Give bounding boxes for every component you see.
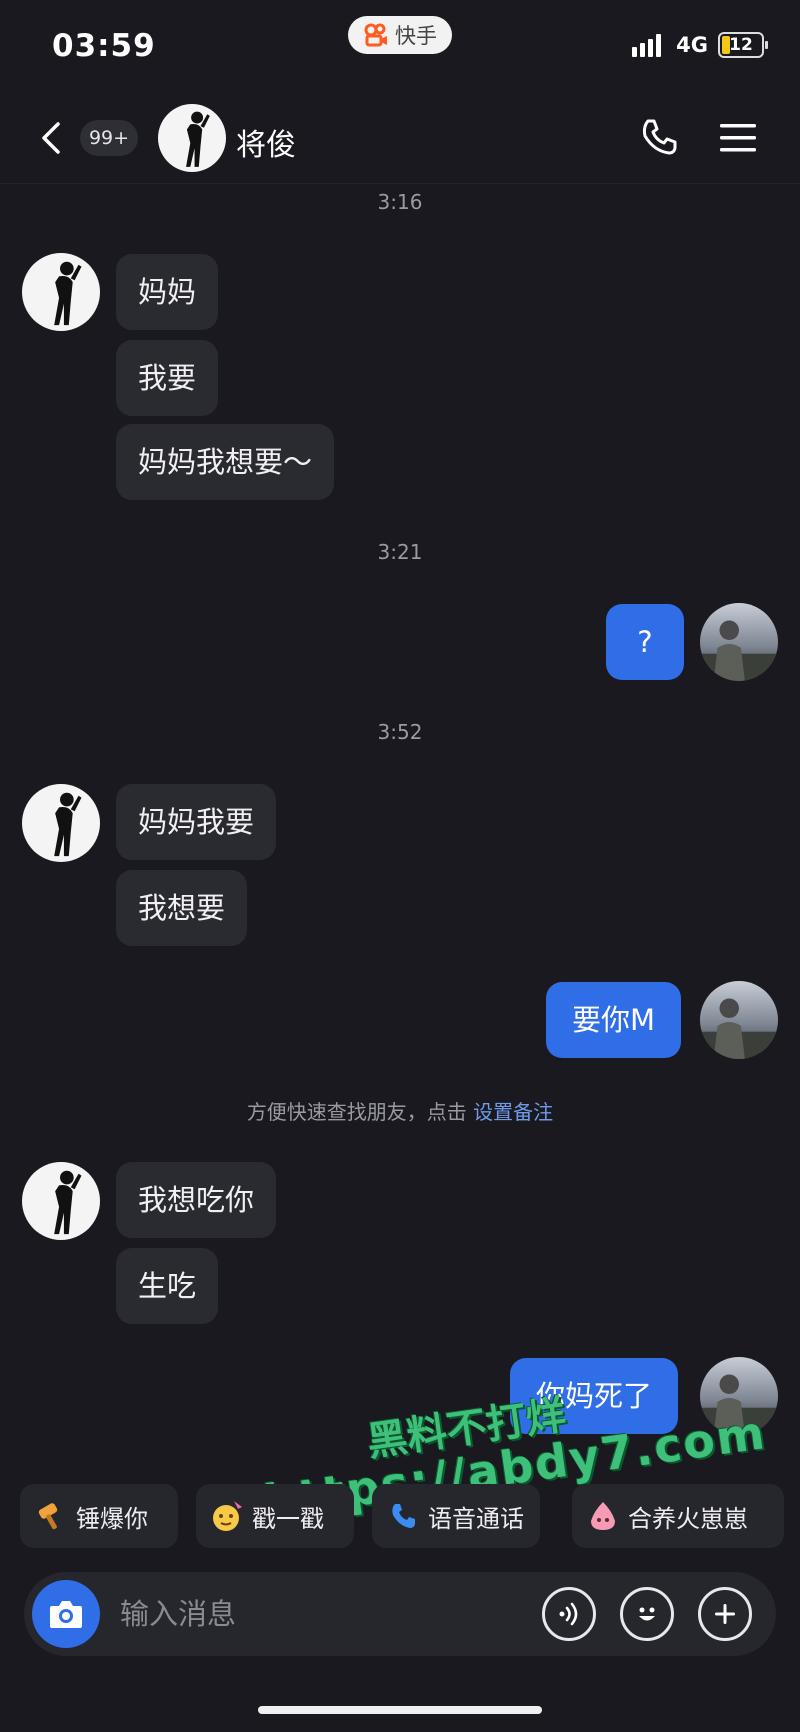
phone-icon[interactable] [638,116,680,158]
contact-name: 将俊 [236,128,296,163]
poke-emoji-icon [210,1499,244,1533]
contact-avatar[interactable] [22,1162,100,1240]
quick-action-label: 语音通话 [428,1504,524,1533]
voice-button[interactable] [542,1587,596,1641]
emoji-button[interactable] [620,1587,674,1641]
fire-pet-icon [586,1499,620,1533]
timestamp: 3:21 [377,540,423,564]
more-button[interactable] [698,1587,752,1641]
unread-badge[interactable]: 99+ [80,120,138,156]
system-note: 方便快速查找朋友，点击 设置备注 [0,1096,800,1125]
incoming-message[interactable]: 生吃 [116,1248,219,1324]
app-indicator-pill[interactable]: 快手 [348,16,452,54]
menu-icon[interactable] [718,120,758,156]
incoming-message[interactable]: 妈妈我想要～ [116,424,335,500]
hammer-icon [34,1499,68,1533]
incoming-message[interactable]: 我要 [116,340,219,416]
message-input[interactable] [120,1586,500,1642]
contact-avatar[interactable] [158,104,226,172]
voice-icon [559,1602,578,1626]
kuaishou-logo-icon [364,23,387,47]
quick-action-hammer[interactable]: 锤爆你 [20,1484,178,1548]
quick-action-poke[interactable]: 戳一戳 [196,1484,354,1548]
battery-icon: 12 [718,32,768,58]
camera-icon [50,1601,82,1628]
incoming-message[interactable]: 我想要 [116,870,248,946]
app-name: 快手 [395,24,437,48]
system-note-text: 方便快速查找朋友，点击 [246,1100,474,1124]
contact-avatar[interactable] [22,784,100,862]
plus-icon [715,1604,735,1624]
status-indicators: 4G 12 [632,32,768,58]
incoming-message[interactable]: 我想吃你 [116,1162,277,1238]
status-time: 03:59 [52,28,156,64]
signal-icon [632,34,662,57]
battery-level: 12 [729,35,753,55]
quick-action-label: 合养火崽崽 [628,1504,748,1533]
quick-actions-row: 锤爆你 戳一戳 语音通话 合养火崽崽 [20,1484,790,1548]
incoming-message[interactable]: 妈妈我要 [116,784,277,860]
incoming-message[interactable]: 妈妈 [116,254,219,330]
network-type: 4G [676,33,708,57]
outgoing-message[interactable]: 要你M [546,982,682,1058]
quick-action-label: 锤爆你 [76,1504,148,1533]
chat-header: 99+ 将俊 [0,96,800,184]
status-bar: 03:59 快手 4G 12 [0,0,800,90]
camera-button[interactable] [32,1580,100,1648]
my-avatar[interactable] [700,603,778,681]
timestamp: 3:52 [377,720,423,744]
back-icon[interactable] [36,118,66,158]
quick-action-voice-call[interactable]: 语音通话 [372,1484,540,1548]
contact-avatar[interactable] [22,253,100,331]
outgoing-message[interactable]: ? [606,604,684,680]
phone-icon [386,1499,420,1533]
home-indicator[interactable] [258,1706,542,1714]
my-avatar[interactable] [700,981,778,1059]
timestamp: 3:16 [377,190,423,214]
set-remark-link[interactable]: 设置备注 [473,1100,553,1124]
emoji-icon [639,1607,655,1621]
quick-action-label: 戳一戳 [252,1504,324,1533]
quick-action-fire-pet[interactable]: 合养火崽崽 [572,1484,784,1548]
message-input-bar [24,1572,776,1656]
